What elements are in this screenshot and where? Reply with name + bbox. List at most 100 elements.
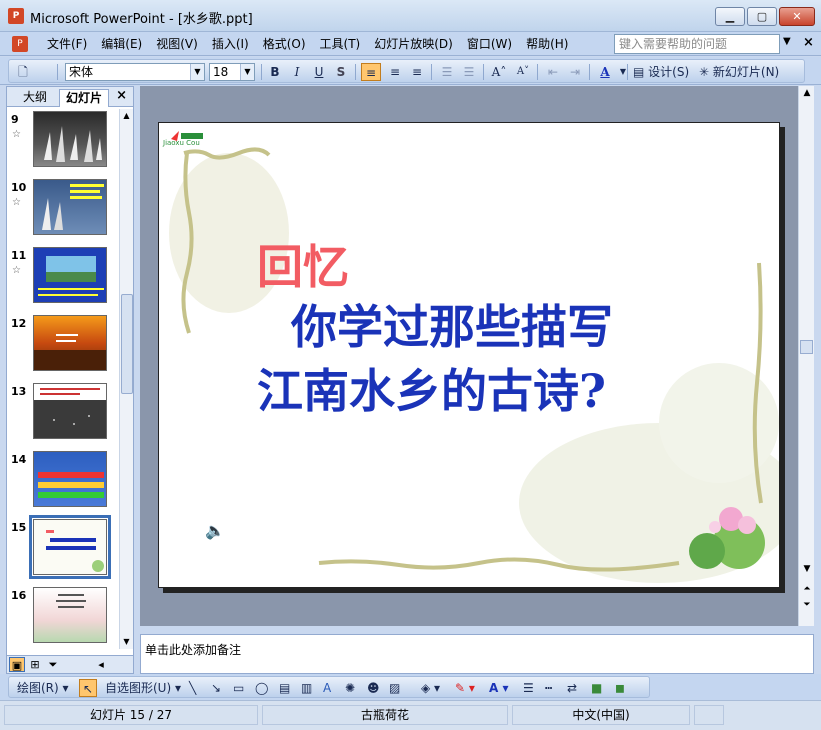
bullet-list-icon[interactable]: ☰ <box>459 63 479 81</box>
document-icon[interactable]: P <box>12 36 28 52</box>
increase-indent-icon[interactable]: ⇥ <box>565 63 585 81</box>
line-color-icon[interactable]: ✎ ▾ <box>455 679 475 697</box>
vertical-textbox-icon[interactable]: ▥ <box>301 679 312 697</box>
slide-thumbnail-row[interactable]: 10 ☆ <box>7 177 117 245</box>
font-size-select[interactable]: 18 ▼ <box>209 63 255 81</box>
font-color-icon[interactable]: A <box>595 63 615 81</box>
slide-thumbnail[interactable] <box>33 451 107 507</box>
previous-slide-icon[interactable]: ⏶ <box>800 584 814 594</box>
close-button[interactable]: ✕ <box>779 7 815 26</box>
slideshow-view-icon[interactable]: ⏷ <box>45 657 61 672</box>
slide-thumbnail[interactable] <box>33 179 107 235</box>
slides-pane-scrollbar[interactable]: ▲ ▼ <box>119 109 133 649</box>
document-close-button[interactable]: × <box>803 35 814 50</box>
autoshapes-menu-button[interactable]: 自选图形(U) ▾ <box>105 679 181 697</box>
menu-slideshow[interactable]: 幻灯片放映(D) <box>367 36 460 52</box>
diagram-icon[interactable]: ✺ <box>345 679 355 697</box>
oval-icon[interactable]: ◯ <box>255 679 268 697</box>
scroll-up-icon[interactable]: ▲ <box>800 88 814 98</box>
chevron-down-icon[interactable]: ▼ <box>190 64 204 80</box>
scrollbar-thumb[interactable] <box>800 340 813 354</box>
slide-thumbnail-row[interactable]: 16 <box>7 585 117 649</box>
scroll-down-icon[interactable]: ▼ <box>120 635 133 649</box>
menu-edit[interactable]: 编辑(E) <box>94 36 149 52</box>
slide-canvas[interactable]: Jiaoxu Cou 回忆 你学过那些描写 江南水乡的古诗? 🔈 <box>158 122 780 588</box>
slide-thumbnail-row[interactable]: 11 ☆ <box>7 245 117 313</box>
arrow-icon[interactable]: ↘ <box>211 679 221 697</box>
tab-slides[interactable]: 幻灯片 <box>59 89 110 107</box>
slide-thumbnail[interactable] <box>33 111 107 167</box>
italic-button[interactable]: I <box>287 63 307 81</box>
autoshapes-label: 自选图形(U) <box>105 681 172 695</box>
menu-tools[interactable]: 工具(T) <box>313 36 368 52</box>
new-document-icon[interactable]: 🗋 <box>13 63 33 81</box>
decrease-font-icon[interactable]: A˅ <box>513 63 533 81</box>
tab-outline[interactable]: 大纲 <box>17 89 53 107</box>
slide-body-line-1[interactable]: 你学过那些描写 <box>291 291 613 357</box>
menu-format[interactable]: 格式(O) <box>256 36 313 52</box>
chevron-down-icon[interactable]: ▼ <box>613 63 633 81</box>
menu-view[interactable]: 视图(V) <box>149 36 205 52</box>
slide-thumbnail-row[interactable]: 13 <box>7 381 117 449</box>
draw-menu-button[interactable]: 绘图(R) ▾ <box>17 679 69 697</box>
design-button[interactable]: ▤ 设计(S) <box>633 63 689 81</box>
fill-color-icon[interactable]: ◈ ▾ <box>421 679 440 697</box>
next-slide-icon[interactable]: ⏷ <box>800 600 814 610</box>
chevron-down-icon[interactable]: ▼ <box>783 36 791 47</box>
slide-thumbnail[interactable] <box>33 315 107 371</box>
minimize-button[interactable]: ▁ <box>715 7 745 26</box>
clipart-icon[interactable]: ☻ <box>367 679 380 697</box>
align-right-icon[interactable]: ≡ <box>407 63 427 81</box>
dash-style-icon[interactable]: ┅ <box>545 679 552 697</box>
slide-scrollbar[interactable]: ▲ ▼ ⏶ ⏷ <box>798 86 814 626</box>
font-name-select[interactable]: 宋体 ▼ <box>65 63 205 81</box>
shadow-style-icon[interactable]: ■ <box>591 679 602 697</box>
rectangle-icon[interactable]: ▭ <box>233 679 244 697</box>
select-pointer-icon[interactable]: ↖ <box>79 679 97 697</box>
slide-thumbnail-row[interactable]: 12 <box>7 313 117 381</box>
notes-pane[interactable]: 单击此处添加备注 <box>140 634 814 674</box>
shadow-button[interactable]: S <box>331 63 351 81</box>
underline-button[interactable]: U <box>309 63 329 81</box>
help-search-input[interactable]: 键入需要帮助的问题 <box>614 34 780 54</box>
scrollbar-thumb[interactable] <box>121 294 133 394</box>
bold-button[interactable]: B <box>265 63 285 81</box>
menu-file[interactable]: 文件(F) <box>40 36 94 52</box>
new-slide-button[interactable]: ✳ 新幻灯片(N) <box>699 63 779 81</box>
scroll-up-icon[interactable]: ▲ <box>120 109 133 123</box>
slide-thumbnail[interactable] <box>33 587 107 643</box>
scroll-down-icon[interactable]: ▼ <box>800 564 814 574</box>
scroll-left-icon[interactable]: ◂ <box>93 657 109 672</box>
slide-thumbnail[interactable] <box>33 383 107 439</box>
font-color-icon[interactable]: A ▾ <box>489 679 509 697</box>
slide-thumbnail-selected[interactable] <box>29 515 111 579</box>
arrow-style-icon[interactable]: ⇄ <box>567 679 577 697</box>
line-style-icon[interactable]: ☰ <box>523 679 534 697</box>
slide-body-line-2[interactable]: 江南水乡的古诗? <box>257 355 606 421</box>
align-left-icon[interactable]: ≡ <box>361 63 381 81</box>
picture-icon[interactable]: ▨ <box>389 679 400 697</box>
slide-title[interactable]: 回忆 <box>257 231 349 297</box>
slide-thumbnail-row[interactable]: 14 <box>7 449 117 517</box>
maximize-button[interactable]: ▢ <box>747 7 777 26</box>
slide-thumbnail[interactable] <box>33 247 107 303</box>
slide-thumbnail-row[interactable]: 15 <box>7 515 117 585</box>
normal-view-icon[interactable]: ▣ <box>9 657 25 672</box>
numbered-list-icon[interactable]: ☰ <box>437 63 457 81</box>
powerpoint-icon: P <box>8 8 24 24</box>
menu-help[interactable]: 帮助(H) <box>519 36 575 52</box>
align-center-icon[interactable]: ≡ <box>385 63 405 81</box>
menu-window[interactable]: 窗口(W) <box>460 36 519 52</box>
wordart-icon[interactable]: A <box>323 679 331 697</box>
close-icon[interactable]: × <box>116 88 127 103</box>
3d-style-icon[interactable]: ◼ <box>615 679 625 697</box>
chevron-down-icon[interactable]: ▼ <box>240 64 254 80</box>
decrease-indent-icon[interactable]: ⇤ <box>543 63 563 81</box>
menu-insert[interactable]: 插入(I) <box>205 36 256 52</box>
line-icon[interactable]: ╲ <box>189 679 196 697</box>
textbox-icon[interactable]: ▤ <box>279 679 290 697</box>
slide-thumbnail-row[interactable]: 9 ☆ <box>7 109 117 177</box>
slide-sorter-icon[interactable]: ⊞ <box>27 657 43 672</box>
increase-font-icon[interactable]: A˄ <box>489 63 509 81</box>
speaker-icon[interactable]: 🔈 <box>205 521 225 540</box>
